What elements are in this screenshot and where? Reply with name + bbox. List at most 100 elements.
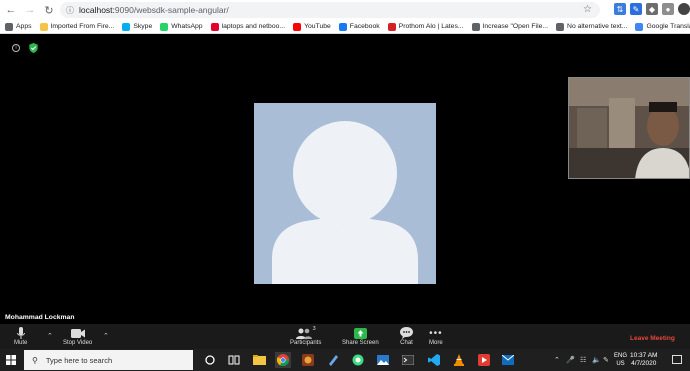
meeting-info-icon[interactable]: i	[12, 44, 20, 52]
bookmark-item[interactable]: Google Translate	[635, 22, 690, 31]
bookmark-label: Skype	[133, 23, 153, 30]
windows-start-icon[interactable]	[6, 355, 16, 365]
bookmark-item[interactable]: laptops and netboo...	[210, 22, 286, 31]
globe-icon	[556, 22, 565, 31]
profile-avatar[interactable]	[678, 3, 690, 15]
more-button[interactable]: ••• More	[429, 326, 443, 347]
bookmark-label: Increase "Open File...	[482, 23, 549, 30]
bookmark-item[interactable]: Facebook	[338, 22, 380, 31]
avatar-placeholder-icon	[254, 103, 436, 284]
stop-video-button[interactable]: Stop Video	[63, 326, 92, 346]
participants-icon: 3	[295, 326, 316, 340]
more-dots-icon: •••	[429, 327, 443, 339]
speaker-name-label: Mohammad Lockman	[5, 314, 75, 321]
bookmark-label: Facebook	[349, 23, 380, 30]
game-app-icon[interactable]	[300, 352, 316, 368]
notifications-icon[interactable]	[672, 355, 682, 364]
microphone-tray-icon[interactable]: 🎤	[566, 356, 575, 364]
chat-bubble-icon	[400, 326, 413, 340]
mail-icon[interactable]	[500, 352, 516, 368]
browser-toolbar: ← → ↻ ⓘ localhost: 9090/websdk-sample-ang…	[0, 0, 690, 20]
microphone-icon	[16, 326, 25, 340]
bookmark-item[interactable]: Increase "Open File...	[471, 22, 549, 31]
bookmark-item[interactable]: WhatsApp	[160, 22, 203, 31]
bookmark-item[interactable]: Prothom Alo | Lates...	[387, 22, 464, 31]
clock-date: 4/7/2020	[631, 360, 657, 367]
reload-icon[interactable]: ↻	[41, 2, 57, 18]
bookmark-label: laptops and netboo...	[221, 23, 286, 30]
meeting-toolbar: Mute ⌃ Stop Video ⌃ 3 Participants Share…	[0, 324, 690, 349]
pen-app-icon[interactable]	[325, 352, 341, 368]
l-logo-icon	[210, 22, 219, 31]
chat-button[interactable]: Chat	[400, 326, 413, 346]
whatsapp-icon	[160, 22, 169, 31]
bookmark-label: Imported From Fire...	[50, 23, 115, 30]
terminal-icon[interactable]	[400, 352, 416, 368]
apps-grid-icon	[5, 22, 13, 31]
extension-icon[interactable]: ◆	[646, 3, 658, 15]
bookmark-item[interactable]: Apps	[5, 22, 32, 31]
google-translate-icon	[635, 22, 644, 31]
network-icon[interactable]: ☷	[580, 356, 586, 364]
region-code: US	[616, 361, 625, 367]
prothom-alo-icon	[387, 22, 396, 31]
more-label: More	[429, 340, 443, 346]
media-app-icon[interactable]	[476, 352, 492, 368]
info-circle-icon[interactable]: ⓘ	[66, 5, 74, 16]
search-placeholder: Type here to search	[45, 355, 113, 365]
volume-icon[interactable]: 🔈	[592, 356, 601, 364]
language-code: ENG	[614, 353, 628, 359]
system-clock[interactable]: 10:37 AM 4/7/2020	[630, 352, 657, 368]
vscode-icon[interactable]	[426, 352, 442, 368]
folder-icon	[39, 22, 48, 31]
taskbar-search-input[interactable]: ⚲ Type here to search	[24, 350, 193, 370]
bookmark-label: WhatsApp	[171, 23, 203, 30]
back-arrow-icon[interactable]: ←	[3, 2, 19, 18]
bookmarks-bar: Apps Imported From Fire... Skype WhatsApp la…	[0, 20, 690, 34]
extension-icon[interactable]: ●	[662, 3, 674, 15]
bookmark-label: Prothom Alo | Lates...	[398, 23, 464, 30]
skype-icon	[122, 22, 131, 31]
url-path: 9090/websdk-sample-angular/	[114, 5, 229, 15]
show-hidden-icons-chevron-icon[interactable]: ⌃	[554, 356, 560, 364]
encryption-shield-icon[interactable]	[29, 43, 38, 53]
chat-label: Chat	[400, 340, 413, 346]
cortana-icon[interactable]	[202, 352, 218, 368]
windows-taskbar: ⚲ Type here to search ⌃ 🎤 ☷ 🔈 ✎ ENG US 1…	[0, 349, 690, 371]
bookmark-item[interactable]: No alternative text...	[556, 22, 628, 31]
leave-meeting-button[interactable]: Leave Meeting	[630, 335, 675, 342]
meeting-view: i Mohammad Lockman	[0, 35, 690, 324]
self-camera-image	[569, 78, 689, 178]
extension-icon[interactable]: ⇅	[614, 3, 626, 15]
participant-video-tile	[254, 103, 436, 284]
address-bar[interactable]: ⓘ localhost: 9090/websdk-sample-angular/ …	[60, 2, 600, 18]
extension-icon[interactable]: ✎	[630, 3, 642, 15]
photos-app-icon[interactable]	[375, 352, 391, 368]
share-screen-button[interactable]: Share Screen	[342, 326, 379, 346]
share-screen-icon	[353, 326, 367, 340]
task-view-icon[interactable]	[226, 352, 242, 368]
facebook-icon	[338, 22, 347, 31]
bookmark-item[interactable]: YouTube	[293, 22, 331, 31]
bookmark-label: Google Translate	[646, 23, 690, 30]
vlc-icon[interactable]	[451, 352, 467, 368]
gear-icon	[471, 22, 480, 31]
bookmark-item[interactable]: Skype	[122, 22, 153, 31]
bookmark-item[interactable]: Imported From Fire...	[39, 22, 115, 31]
audio-options-chevron-icon[interactable]: ⌃	[47, 332, 53, 340]
language-indicator[interactable]: ENG US	[614, 352, 627, 368]
self-video-preview	[568, 77, 690, 179]
search-icon: ⚲	[32, 355, 38, 365]
android-studio-icon[interactable]	[350, 352, 366, 368]
edit-pen-icon[interactable]: ✎	[603, 356, 609, 364]
participants-button[interactable]: 3 Participants	[290, 326, 321, 346]
mute-button[interactable]: Mute	[14, 326, 27, 346]
forward-arrow-icon[interactable]: →	[22, 2, 38, 18]
chrome-taskbar-icon[interactable]	[275, 352, 291, 368]
video-options-chevron-icon[interactable]: ⌃	[103, 332, 109, 340]
mute-label: Mute	[14, 340, 28, 346]
bookmark-label: No alternative text...	[567, 23, 628, 30]
bookmark-star-icon[interactable]: ☆	[583, 4, 592, 15]
youtube-icon	[293, 22, 302, 31]
file-explorer-icon[interactable]	[251, 352, 267, 368]
